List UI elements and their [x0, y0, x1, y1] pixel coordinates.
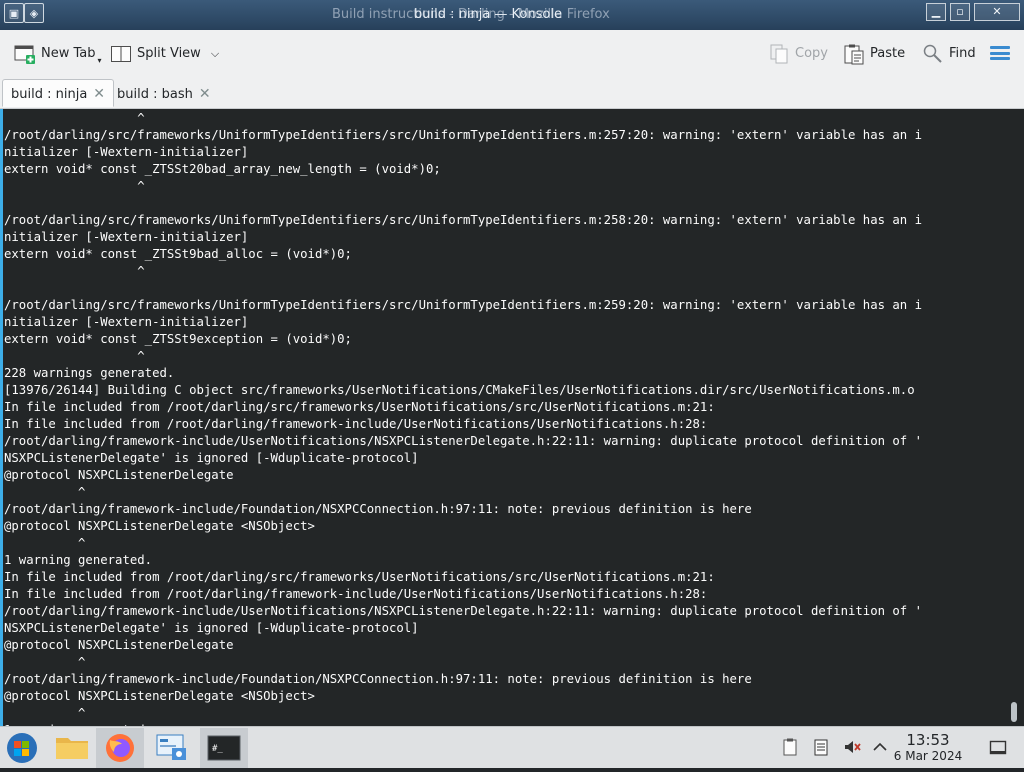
split-view-icon — [110, 43, 132, 65]
svg-text:#_: #_ — [212, 744, 223, 754]
terminal-line: In file included from /root/darling/fram… — [4, 417, 708, 431]
tab-build-bash[interactable]: build : bash ✕ — [108, 79, 220, 107]
terminal-line: /root/darling/framework-include/Foundati… — [4, 672, 752, 686]
terminal-line: NSXPCListenerDelegate' is ignored [-Wdup… — [4, 621, 419, 635]
show-desktop-icon[interactable] — [988, 737, 1008, 757]
volume-muted-icon[interactable] — [842, 737, 862, 757]
terminal-line: /root/darling/framework-include/UserNoti… — [4, 434, 923, 448]
paste-button[interactable]: Paste — [843, 30, 905, 77]
terminal-line: extern void* const _ZTSSt9exception = (v… — [4, 332, 352, 346]
find-button[interactable]: Find — [922, 30, 976, 77]
folder-icon — [56, 738, 88, 759]
title-bar: ▣ ◈ Build instructions - Darling - Mozil… — [0, 0, 1024, 30]
terminal-line: nitializer [-Wextern-initializer] — [4, 145, 249, 159]
terminal-line: 228 warnings generated. — [4, 366, 175, 380]
firefox-icon — [106, 734, 134, 762]
maximize-button[interactable]: ▫ — [950, 3, 970, 21]
terminal-line: NSXPCListenerDelegate' is ignored [-Wdup… — [4, 451, 419, 465]
terminal-line: ^ — [4, 536, 86, 550]
digital-clock[interactable]: 13:53 6 Mar 2024 — [888, 732, 968, 764]
terminal-line: extern void* const _ZTSSt9bad_alloc = (v… — [4, 247, 352, 261]
close-tab-icon[interactable]: ✕ — [93, 86, 105, 102]
new-tab-label: New Tab — [41, 46, 96, 61]
scrollbar[interactable] — [1008, 109, 1020, 726]
minimize-button[interactable]: ▁ — [926, 3, 946, 21]
copy-label: Copy — [795, 46, 828, 61]
clipboard-icon[interactable] — [780, 737, 800, 757]
tab-bar: build : ninja ✕ build : bash ✕ — [0, 77, 1024, 109]
dropdown-arrow-icon: ▾ — [97, 56, 102, 65]
close-tab-icon[interactable]: ✕ — [199, 86, 211, 102]
terminal-line: nitializer [-Wextern-initializer] — [4, 230, 249, 244]
terminal-line: ^ — [4, 349, 145, 363]
start-menu-button[interactable] — [0, 728, 48, 768]
terminal-line: nitializer [-Wextern-initializer] — [4, 315, 249, 329]
terminal-line: ^ — [4, 111, 145, 125]
terminal-view[interactable]: ^ /root/darling/src/frameworks/UniformTyp… — [0, 109, 1024, 726]
terminal-line: @protocol NSXPCListenerDelegate — [4, 468, 234, 482]
terminal-line: /root/darling/src/frameworks/UniformType… — [4, 298, 923, 312]
find-label: Find — [949, 46, 976, 61]
foreground-window-title: build : ninja — Konsole — [414, 7, 562, 22]
terminal-line: extern void* const _ZTSSt20bad_array_new… — [4, 162, 441, 176]
terminal-line: In file included from /root/darling/fram… — [4, 587, 708, 601]
copy-icon — [768, 43, 790, 65]
terminal-output[interactable]: ^ /root/darling/src/frameworks/UniformTyp… — [4, 110, 1004, 726]
terminal-line: /root/darling/framework-include/UserNoti… — [4, 604, 923, 618]
chevron-down-icon[interactable]: ⌵ — [211, 47, 219, 61]
new-tab-icon — [14, 43, 36, 65]
notes-icon[interactable] — [811, 737, 831, 757]
terminal-line: ^ — [4, 706, 86, 720]
hamburger-menu-icon[interactable] — [990, 46, 1010, 60]
terminal-line: /root/darling/src/frameworks/UniformType… — [4, 213, 923, 227]
terminal-line: @protocol NSXPCListenerDelegate — [4, 638, 234, 652]
firefox-button[interactable] — [96, 728, 144, 768]
terminal-line: [13976/26144] Building C object src/fram… — [4, 383, 915, 397]
chevron-up-icon[interactable] — [870, 737, 890, 757]
copy-button[interactable]: Copy — [768, 30, 828, 77]
system-settings-button[interactable] — [148, 728, 196, 768]
terminal-line: ^ — [4, 264, 145, 278]
terminal-line: ^ — [4, 655, 86, 669]
terminal-line: ^ — [4, 485, 86, 499]
new-tab-button[interactable]: New Tab ▾ — [14, 30, 102, 77]
split-view-label: Split View — [137, 46, 201, 61]
konsole-icon[interactable]: ▣ — [4, 3, 24, 23]
search-icon — [922, 43, 944, 65]
terminal-line: /root/darling/src/frameworks/UniformType… — [4, 128, 923, 142]
toolbar: New Tab ▾ Split View ⌵ Copy Paste Find — [0, 30, 1024, 77]
terminal-line: @protocol NSXPCListenerDelegate <NSObjec… — [4, 519, 315, 533]
file-manager-button[interactable] — [48, 728, 96, 768]
settings-icon — [156, 734, 186, 760]
split-view-button[interactable]: Split View ⌵ — [110, 30, 219, 77]
start-menu-icon — [7, 733, 37, 763]
terminal-line: 1 warning generated. — [4, 553, 153, 567]
terminal-line: /root/darling/framework-include/Foundati… — [4, 502, 752, 516]
tab-label: build : bash — [117, 87, 193, 102]
close-button[interactable]: ✕ — [974, 3, 1020, 21]
konsole-button[interactable]: #_ — [200, 728, 248, 768]
clock-date: 6 Mar 2024 — [893, 749, 963, 763]
tab-label: build : ninja — [11, 87, 88, 102]
terminal-line: In file included from /root/darling/src/… — [4, 570, 715, 584]
window-menu-icon[interactable]: ◈ — [24, 3, 44, 23]
active-view-indicator — [0, 109, 3, 726]
terminal-line: In file included from /root/darling/src/… — [4, 400, 715, 414]
tab-build-ninja[interactable]: build : ninja ✕ — [2, 79, 115, 107]
clock-time: 13:53 — [906, 731, 950, 749]
terminal-line: @protocol NSXPCListenerDelegate <NSObjec… — [4, 689, 315, 703]
scrollbar-thumb[interactable] — [1011, 702, 1017, 722]
paste-icon — [843, 43, 865, 65]
paste-label: Paste — [870, 46, 906, 61]
terminal-line: ^ — [4, 179, 145, 193]
terminal-icon: #_ — [207, 735, 241, 761]
taskbar: #_ 13:53 6 Mar 2024 — [0, 726, 1024, 768]
